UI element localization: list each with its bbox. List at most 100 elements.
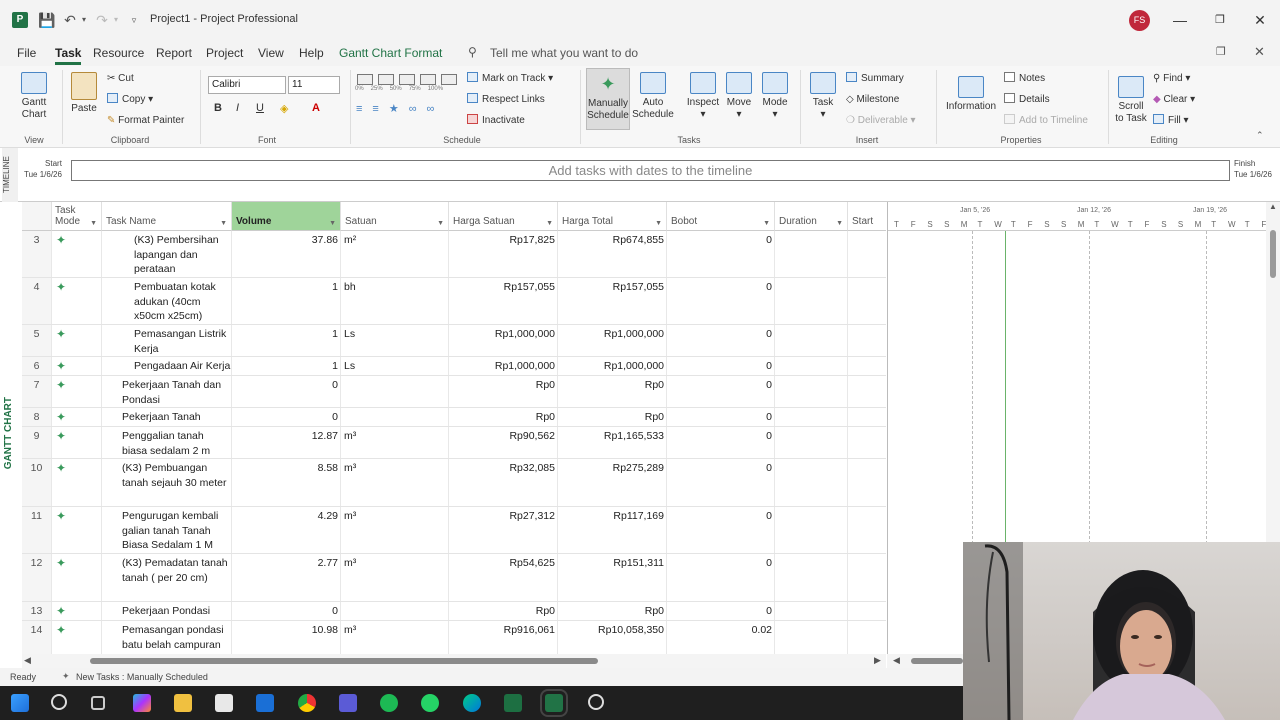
save-icon[interactable]: 💾 (38, 12, 55, 28)
header-volume[interactable]: Volume ▼ (232, 202, 341, 231)
ribbon-display-icon[interactable]: ❐ (1216, 45, 1226, 58)
duration-cell[interactable] (775, 278, 848, 324)
highlight-color-icon[interactable]: ◈ (280, 102, 288, 115)
scroll-left-icon[interactable]: ◀ (893, 655, 900, 666)
menu-report[interactable]: Report (156, 46, 192, 60)
inactivate-button[interactable]: Inactivate (467, 114, 525, 128)
minimize-button[interactable]: — (1170, 10, 1190, 30)
harga-total-cell[interactable]: Rp0 (558, 376, 667, 407)
table-row[interactable]: 3 ✦ (K3) Pembersihan lapangan dan perataan… (22, 231, 886, 278)
task-name-cell[interactable]: (K3) Pembuangan tanah sejauh 30 meter (102, 459, 232, 506)
volume-cell[interactable]: 8.58 (232, 459, 341, 506)
bobot-cell[interactable]: 0 (667, 554, 775, 601)
summary-button[interactable]: Summary (846, 72, 904, 86)
table-row[interactable]: 13 ✦ Pekerjaan Pondasi 0 Rp0 Rp0 0 (22, 602, 886, 621)
bobot-cell[interactable]: 0 (667, 325, 775, 356)
header-harga-total[interactable]: Harga Total ▼ (558, 202, 667, 231)
menu-help[interactable]: Help (299, 46, 324, 60)
filter-dropdown-icon[interactable]: ▼ (220, 220, 227, 227)
task-name-cell[interactable]: Pengurugan kembali galian tanah Tanah Bi… (102, 507, 232, 553)
bobot-cell[interactable]: 0 (667, 231, 775, 277)
table-row[interactable]: 11 ✦ Pengurugan kembali galian tanah Tanah… (22, 507, 886, 554)
harga-satuan-cell[interactable]: Rp0 (449, 602, 558, 620)
satuan-cell[interactable]: bh (341, 278, 449, 324)
satuan-cell[interactable]: Ls (341, 357, 449, 375)
table-row[interactable]: 7 ✦ Pekerjaan Tanah dan Pondasi 0 Rp0 Rp0 0 (22, 376, 886, 408)
task-name-cell[interactable]: Pemasangan pondasi batu belah campuran (102, 621, 232, 654)
start-cell[interactable] (848, 325, 886, 356)
task-name-cell[interactable]: Pekerjaan Pondasi (102, 602, 232, 620)
menu-file[interactable]: File (17, 46, 36, 60)
notes-button[interactable]: Notes (1004, 72, 1045, 86)
harga-total-cell[interactable]: Rp1,000,000 (558, 325, 667, 356)
copy-button[interactable]: Copy ▾ (107, 93, 153, 107)
menu-gantt-chart-format[interactable]: Gantt Chart Format (339, 46, 442, 60)
start-cell[interactable] (848, 554, 886, 601)
task-name-cell[interactable]: (K3) Pembersihan lapangan dan perataan (102, 231, 232, 277)
indent-link-icons[interactable]: ≡≡★∞∞ (356, 102, 444, 115)
duration-cell[interactable] (775, 554, 848, 601)
start-cell[interactable] (848, 357, 886, 375)
start-cell[interactable] (848, 602, 886, 620)
harga-total-cell[interactable]: Rp10,058,350 (558, 621, 667, 654)
table-row[interactable]: 5 ✦ Pemasangan Listrik Kerja 1 Ls Rp1,000,000… (22, 325, 886, 357)
outlook-icon[interactable] (256, 694, 274, 712)
windows-start-icon[interactable] (11, 694, 29, 712)
duration-cell[interactable] (775, 325, 848, 356)
milestone-button[interactable]: ◇ Milestone (846, 93, 899, 107)
satuan-cell[interactable]: Ls (341, 325, 449, 356)
task-mode-cell[interactable]: ✦ (52, 602, 102, 620)
bobot-cell[interactable]: 0 (667, 459, 775, 506)
duration-cell[interactable] (775, 357, 848, 375)
details-button[interactable]: Details (1004, 93, 1050, 107)
volume-cell[interactable]: 37.86 (232, 231, 341, 277)
task-name-cell[interactable]: Pembuatan kotak adukan (40cm x50cm x25cm… (102, 278, 232, 324)
harga-satuan-cell[interactable]: Rp54,625 (449, 554, 558, 601)
satuan-cell[interactable]: m³ (341, 554, 449, 601)
table-row[interactable]: 6 ✦ Pengadaan Air Kerja 1 Ls Rp1,000,000 Rp1,0… (22, 357, 886, 376)
scroll-up-icon[interactable]: ▲ (1269, 202, 1277, 211)
harga-total-cell[interactable]: Rp1,165,533 (558, 427, 667, 458)
clear-button[interactable]: ◆ Clear ▾ (1153, 93, 1195, 107)
task-name-cell[interactable]: (K3) Pemadatan tanah tanah ( per 20 cm) (102, 554, 232, 601)
menu-task[interactable]: Task (55, 46, 82, 65)
start-cell[interactable] (848, 621, 886, 654)
recorder-icon[interactable] (588, 694, 604, 710)
task-mode-cell[interactable]: ✦ (52, 357, 102, 375)
deliverable-button[interactable]: ❍ Deliverable ▾ (846, 114, 916, 128)
scroll-to-task-button[interactable]: Scroll to Task (1114, 76, 1148, 125)
add-to-timeline-button[interactable]: Add to Timeline (1004, 114, 1088, 128)
task-mode-cell[interactable]: ✦ (52, 507, 102, 553)
search-icon[interactable] (51, 694, 67, 710)
volume-cell[interactable]: 12.87 (232, 427, 341, 458)
italic-button[interactable]: I (236, 102, 239, 114)
bobot-cell[interactable]: 0 (667, 507, 775, 553)
harga-satuan-cell[interactable]: Rp32,085 (449, 459, 558, 506)
table-row[interactable]: 10 ✦ (K3) Pembuangan tanah sejauh 30 meter… (22, 459, 886, 507)
excel-icon[interactable] (504, 694, 522, 712)
table-row[interactable]: 8 ✦ Pekerjaan Tanah 0 Rp0 Rp0 0 (22, 408, 886, 427)
harga-satuan-cell[interactable]: Rp1,000,000 (449, 325, 558, 356)
collapse-ribbon-icon[interactable]: ⌃ (1256, 130, 1264, 141)
satuan-cell[interactable] (341, 376, 449, 407)
start-cell[interactable] (848, 507, 886, 553)
find-button[interactable]: ⚲ Find ▾ (1153, 72, 1190, 86)
volume-cell[interactable]: 4.29 (232, 507, 341, 553)
bobot-cell[interactable]: 0 (667, 602, 775, 620)
paste-button[interactable]: Paste (68, 72, 100, 115)
percent-100-icon[interactable] (441, 74, 457, 85)
harga-satuan-cell[interactable]: Rp27,312 (449, 507, 558, 553)
task-mode-cell[interactable]: ✦ (52, 231, 102, 277)
header-duration[interactable]: Duration ▼ (775, 202, 848, 231)
harga-total-cell[interactable]: Rp674,855 (558, 231, 667, 277)
move-button[interactable]: Move ▾ (722, 72, 756, 121)
table-row[interactable]: 12 ✦ (K3) Pemadatan tanah tanah ( per 20 c… (22, 554, 886, 602)
start-cell[interactable] (848, 408, 886, 426)
media-player-icon[interactable] (339, 694, 357, 712)
duration-cell[interactable] (775, 459, 848, 506)
scroll-thumb[interactable] (90, 658, 598, 664)
header-satuan[interactable]: Satuan ▼ (341, 202, 449, 231)
duration-cell[interactable] (775, 427, 848, 458)
filter-dropdown-icon[interactable]: ▼ (546, 220, 553, 227)
task-name-cell[interactable]: Pekerjaan Tanah dan Pondasi (102, 376, 232, 407)
